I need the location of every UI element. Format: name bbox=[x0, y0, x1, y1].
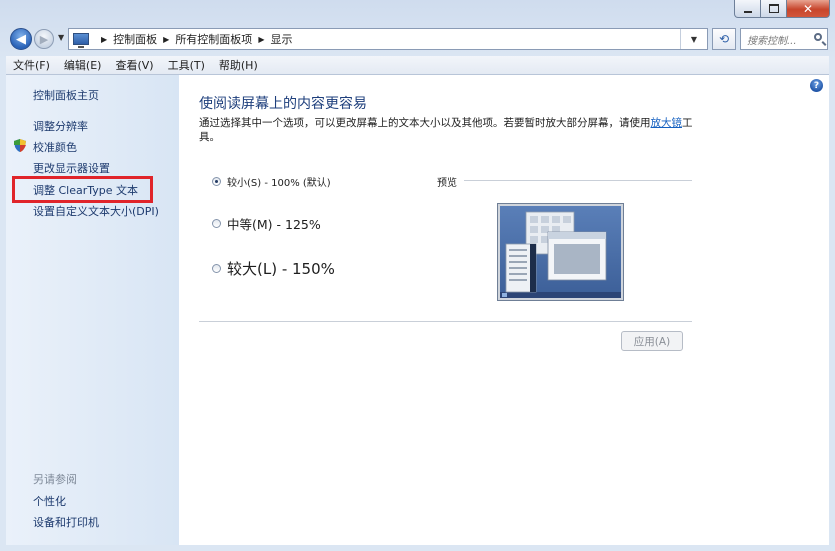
maximize-button[interactable] bbox=[760, 0, 787, 18]
sidebar-link-display-settings[interactable]: 更改显示器设置 bbox=[33, 160, 110, 176]
section-divider bbox=[199, 321, 692, 322]
sidebar-link-personalization[interactable]: 个性化 bbox=[33, 493, 66, 509]
breadcrumb-item-control-panel[interactable]: 控制面板 bbox=[113, 31, 157, 47]
uac-shield-icon bbox=[14, 139, 26, 152]
option-smaller-label: 较小(S) - 100% (默认) bbox=[227, 178, 331, 189]
radio-larger[interactable] bbox=[212, 264, 221, 273]
menu-help[interactable]: 帮助(H) bbox=[212, 57, 265, 73]
refresh-button[interactable]: ⟲ bbox=[712, 28, 736, 50]
navigation-bar: ◀ ▶ ▼ ▶ 控制面板 ▶ 所有控制面板项 ▶ 显示 ▼ ⟲ 搜索控制... bbox=[0, 25, 835, 53]
menu-bar: 文件(F) 编辑(E) 查看(V) 工具(T) 帮助(H) bbox=[6, 56, 829, 75]
address-bar[interactable]: ▶ 控制面板 ▶ 所有控制面板项 ▶ 显示 ▼ bbox=[68, 28, 708, 50]
sidebar-link-calibrate-color[interactable]: 校准颜色 bbox=[33, 139, 77, 155]
radio-medium[interactable] bbox=[212, 219, 221, 228]
help-icon[interactable]: ? bbox=[810, 79, 823, 92]
option-larger[interactable]: 较大(L) - 150% bbox=[212, 258, 335, 279]
search-placeholder: 搜索控制... bbox=[747, 35, 797, 47]
sidebar-link-resolution[interactable]: 调整分辨率 bbox=[33, 118, 88, 134]
page-description: 通过选择其中一个选项，可以更改屏幕上的文本大小以及其他项。若要暂时放大部分屏幕，… bbox=[199, 116, 699, 144]
preview-label: 预览 bbox=[437, 178, 457, 189]
caption-buttons: ✕ bbox=[734, 0, 830, 20]
apply-button[interactable]: 应用(A) bbox=[621, 331, 683, 351]
breadcrumb: ▶ 控制面板 ▶ 所有控制面板项 ▶ 显示 bbox=[95, 31, 292, 47]
sidebar-link-devices-printers[interactable]: 设备和打印机 bbox=[33, 514, 99, 530]
close-icon: ✕ bbox=[802, 1, 814, 16]
option-smaller[interactable]: 较小(S) - 100% (默认) bbox=[212, 174, 331, 189]
menu-file[interactable]: 文件(F) bbox=[6, 57, 57, 73]
breadcrumb-separator-icon[interactable]: ▶ bbox=[101, 35, 107, 44]
see-also-heading: 另请参阅 bbox=[33, 473, 77, 486]
breadcrumb-separator-icon[interactable]: ▶ bbox=[258, 35, 264, 44]
cleartype-highlight-annotation bbox=[12, 176, 153, 203]
back-arrow-icon: ◀ bbox=[16, 31, 26, 47]
refresh-icon: ⟲ bbox=[718, 32, 730, 46]
search-input[interactable]: 搜索控制... bbox=[740, 28, 828, 50]
radio-smaller[interactable] bbox=[212, 177, 221, 186]
maximize-icon bbox=[768, 4, 779, 13]
minimize-button[interactable] bbox=[734, 0, 761, 18]
address-dropdown-icon[interactable]: ▼ bbox=[680, 29, 707, 49]
menu-view[interactable]: 查看(V) bbox=[108, 57, 160, 73]
forward-arrow-icon: ▶ bbox=[39, 32, 49, 46]
control-panel-window: ✕ ◀ ▶ ▼ ▶ 控制面板 ▶ 所有控制面板项 ▶ 显示 ▼ ⟲ 搜索控制..… bbox=[0, 0, 835, 551]
sidebar-link-home[interactable]: 控制面板主页 bbox=[33, 87, 99, 103]
desktop-preview-icon bbox=[500, 206, 621, 298]
breadcrumb-separator-icon[interactable]: ▶ bbox=[163, 35, 169, 44]
option-medium[interactable]: 中等(M) - 125% bbox=[212, 214, 321, 233]
preview-image bbox=[497, 203, 624, 301]
forward-button[interactable]: ▶ bbox=[34, 29, 54, 49]
back-button[interactable]: ◀ bbox=[10, 28, 32, 50]
option-medium-label: 中等(M) - 125% bbox=[227, 217, 321, 232]
sidebar: 控制面板主页 调整分辨率 校准颜色 更改显示器设置 调整 ClearType 文… bbox=[6, 75, 179, 545]
main-pane: ? 使阅读屏幕上的内容更容易 通过选择其中一个选项，可以更改屏幕上的文本大小以及… bbox=[179, 75, 829, 545]
breadcrumb-item-all-items[interactable]: 所有控制面板项 bbox=[175, 31, 252, 47]
description-text: 通过选择其中一个选项，可以更改屏幕上的文本大小以及其他项。若要暂时放大部分屏幕，… bbox=[199, 117, 651, 129]
recent-pages-dropdown-icon[interactable]: ▼ bbox=[58, 33, 64, 42]
magnifier-link[interactable]: 放大镜 bbox=[651, 117, 683, 129]
minimize-icon bbox=[743, 10, 752, 13]
search-icon[interactable] bbox=[814, 33, 822, 41]
menu-tools[interactable]: 工具(T) bbox=[161, 57, 212, 73]
preview-divider bbox=[464, 180, 692, 181]
close-button[interactable]: ✕ bbox=[786, 0, 830, 18]
sidebar-link-custom-dpi[interactable]: 设置自定义文本大小(DPI) bbox=[33, 203, 159, 219]
help-glyph: ? bbox=[813, 80, 820, 91]
control-panel-icon bbox=[73, 33, 89, 48]
breadcrumb-item-display[interactable]: 显示 bbox=[270, 31, 292, 47]
page-title: 使阅读屏幕上的内容更容易 bbox=[199, 96, 367, 112]
option-larger-label: 较大(L) - 150% bbox=[227, 260, 335, 278]
menu-edit[interactable]: 编辑(E) bbox=[57, 57, 109, 73]
